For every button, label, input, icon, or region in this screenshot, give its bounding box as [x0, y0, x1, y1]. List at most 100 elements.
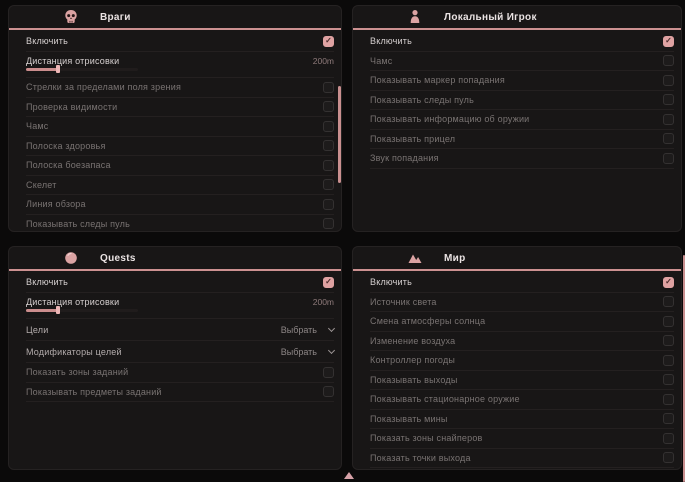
- toggle-checkbox[interactable]: [323, 121, 334, 132]
- row-label: Показывать предметы заданий: [26, 387, 162, 397]
- row-target-modifiers[interactable]: Модификаторы целей Выбрать: [26, 341, 334, 363]
- toggle-checkbox[interactable]: [323, 82, 334, 93]
- row-crosshair[interactable]: Показывать прицел: [370, 130, 674, 150]
- panel-title: Мир: [444, 253, 466, 264]
- panel-quests: QuestsВключитьДистанция отрисовки200mЦел…: [8, 246, 342, 470]
- row-label: Показывать следы пуль: [26, 219, 130, 229]
- toggle-checkbox[interactable]: [323, 218, 334, 229]
- row-render-distance: Дистанция отрисовки200m: [26, 293, 334, 320]
- row-label: Показывать стационарное оружие: [370, 394, 520, 404]
- row-hit-sound[interactable]: Звук попадания: [370, 149, 674, 169]
- row-label: Показывать следы пуль: [370, 95, 474, 105]
- toggle-checkbox[interactable]: [663, 55, 674, 66]
- row-weapon-info[interactable]: Показывать информацию об оружии: [370, 110, 674, 130]
- toggle-checkbox[interactable]: [663, 153, 674, 164]
- toggle-checkbox[interactable]: [663, 433, 674, 444]
- row-line-of-sight[interactable]: Линия обзора: [26, 195, 334, 215]
- toggle-checkbox[interactable]: [663, 75, 674, 86]
- row-stationary-weapons[interactable]: Показывать стационарное оружие: [370, 390, 674, 410]
- toggle-checkbox[interactable]: [663, 374, 674, 385]
- row-targets[interactable]: Цели Выбрать: [26, 319, 334, 341]
- panel-local-player: Локальный Игрок ВключитьЧамсПоказывать ма…: [352, 5, 682, 232]
- chevron-down-icon: [328, 346, 335, 353]
- row-skeleton[interactable]: Скелет: [26, 176, 334, 196]
- panel-header: Quests: [9, 247, 341, 271]
- toggle-checkbox[interactable]: [663, 316, 674, 327]
- row-label: Чамс: [26, 121, 49, 131]
- slider-label-line: Дистанция отрисовки200m: [26, 56, 334, 66]
- row-label: Показывать информацию об оружии: [370, 114, 529, 124]
- row-label: Изменение воздуха: [370, 336, 455, 346]
- toggle-checkbox[interactable]: [663, 114, 674, 125]
- toggle-checkbox[interactable]: [663, 335, 674, 346]
- row-weather-controller[interactable]: Контроллер погоды: [370, 351, 674, 371]
- render-distance-slider[interactable]: [26, 309, 138, 312]
- toggle-checkbox[interactable]: [323, 199, 334, 210]
- toggle-checkbox[interactable]: [663, 355, 674, 366]
- dropdown-value: Выбрать: [281, 325, 317, 335]
- row-label: Показывать мины: [370, 414, 448, 424]
- row-chams[interactable]: Чамс: [26, 117, 334, 137]
- toggle-checkbox[interactable]: [663, 296, 674, 307]
- toggle-checkbox[interactable]: [663, 94, 674, 105]
- row-label: Смена атмосферы солнца: [370, 316, 485, 326]
- row-visibility-check[interactable]: Проверка видимости: [26, 98, 334, 118]
- row-enable[interactable]: Включить: [370, 273, 674, 293]
- toggle-checkbox[interactable]: [663, 277, 674, 288]
- toggle-checkbox[interactable]: [323, 367, 334, 378]
- row-label: Цели: [26, 325, 48, 335]
- row-quest-items[interactable]: Показывать предметы заданий: [26, 383, 334, 403]
- row-sniper-zones[interactable]: Показать зоны снайперов: [370, 429, 674, 449]
- toggle-checkbox[interactable]: [323, 160, 334, 171]
- row-light-source[interactable]: Источник света: [370, 293, 674, 313]
- row-label: Полоска здоровья: [26, 141, 106, 151]
- row-health-bar[interactable]: Полоска здоровья: [26, 137, 334, 157]
- row-hit-marker[interactable]: Показывать маркер попадания: [370, 71, 674, 91]
- toggle-checkbox[interactable]: [323, 179, 334, 190]
- toggle-checkbox[interactable]: [663, 133, 674, 144]
- row-bullet-traces[interactable]: Показывать следы пуль: [370, 91, 674, 111]
- toggle-checkbox[interactable]: [323, 277, 334, 288]
- toggle-checkbox[interactable]: [323, 101, 334, 112]
- panel-rows: Включить Источник света Смена атмосферы со…: [353, 271, 681, 468]
- row-quest-zones[interactable]: Показать зоны заданий: [26, 363, 334, 383]
- row-label: Звук попадания: [370, 153, 439, 163]
- row-label: Скелет: [26, 180, 57, 190]
- row-enable[interactable]: Включить: [370, 32, 674, 52]
- row-chams[interactable]: Чамс: [370, 52, 674, 72]
- row-enable[interactable]: Включить: [26, 273, 334, 293]
- row-sun-atmosphere[interactable]: Смена атмосферы солнца: [370, 312, 674, 332]
- panel-rows: ВключитьЧамсПоказывать маркер попадания П…: [353, 30, 681, 169]
- row-enable[interactable]: Включить: [26, 32, 334, 52]
- quest-icon: [63, 250, 79, 266]
- row-air-change[interactable]: Изменение воздуха: [370, 332, 674, 352]
- row-bullet-traces[interactable]: Показывать следы пуль: [26, 215, 334, 233]
- panel-world: Мир Включить Источник света Смена атмосферы…: [352, 246, 682, 470]
- panel-scrollbar-thumb[interactable]: [338, 86, 341, 183]
- toggle-checkbox[interactable]: [663, 452, 674, 463]
- row-exit-points[interactable]: Показать точки выхода: [370, 449, 674, 469]
- toggle-checkbox[interactable]: [323, 36, 334, 47]
- slider-value: 200m: [313, 297, 334, 307]
- targets-dropdown[interactable]: Выбрать: [281, 325, 334, 335]
- slider-handle[interactable]: [56, 306, 60, 314]
- toggle-checkbox[interactable]: [323, 140, 334, 151]
- panel-header: Локальный Игрок: [353, 6, 681, 30]
- row-offscreen-arrows[interactable]: Стрелки за пределами поля зрения: [26, 78, 334, 98]
- panel-title: Локальный Игрок: [444, 12, 537, 23]
- row-label: Модификаторы целей: [26, 347, 122, 357]
- row-mines[interactable]: Показывать мины: [370, 410, 674, 430]
- row-label: Показать точки выхода: [370, 453, 471, 463]
- slider-handle[interactable]: [56, 65, 60, 73]
- cursor-triangle-icon: [344, 472, 354, 479]
- row-ammo-bar[interactable]: Полоска боезапаса: [26, 156, 334, 176]
- row-label: Включить: [370, 277, 412, 287]
- target-modifiers-dropdown[interactable]: Выбрать: [281, 347, 334, 357]
- row-label: Стрелки за пределами поля зрения: [26, 82, 181, 92]
- toggle-checkbox[interactable]: [323, 386, 334, 397]
- toggle-checkbox[interactable]: [663, 394, 674, 405]
- row-exits[interactable]: Показывать выходы: [370, 371, 674, 391]
- render-distance-slider[interactable]: [26, 68, 138, 71]
- toggle-checkbox[interactable]: [663, 413, 674, 424]
- toggle-checkbox[interactable]: [663, 36, 674, 47]
